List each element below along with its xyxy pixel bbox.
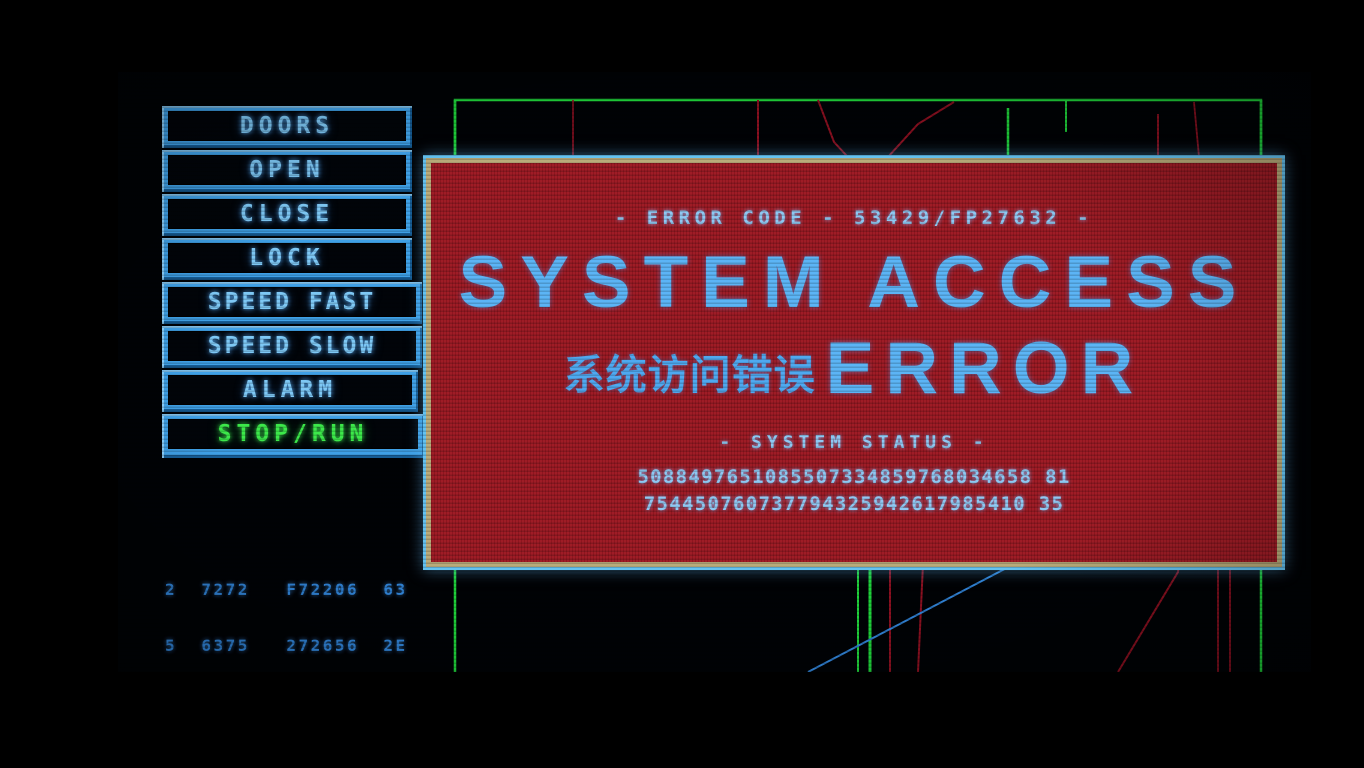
button-open-inset: OPEN <box>168 155 406 185</box>
button-stop-run-label: STOP/RUN <box>217 421 369 447</box>
button-stop-run-inset: STOP/RUN <box>168 419 418 449</box>
button-doors-label: DOORS <box>239 113 335 139</box>
button-lock-inset: LOCK <box>168 243 406 273</box>
error-headline-line2-row: 系统访问错误 ERROR <box>431 327 1277 410</box>
system-status-label: - SYSTEM STATUS - <box>719 432 989 453</box>
error-dialog-body: - ERROR CODE - 53429/FP27632 - SYSTEM AC… <box>431 163 1277 562</box>
hex-dump-readout: 2 7272 F72206 63 5 6375 272656 2E 0 2020… <box>165 544 408 672</box>
button-speed-fast-label: SPEED FAST <box>207 289 377 315</box>
error-headline-line1: SYSTEM ACCESS <box>458 242 1250 323</box>
button-speed-fast-inset: SPEED FAST <box>168 287 416 317</box>
button-stop-run[interactable]: STOP/RUN <box>162 414 424 458</box>
button-alarm-inset: ALARM <box>168 375 412 405</box>
button-close-inset: CLOSE <box>168 199 406 229</box>
system-status-digits-line2: 754450760737794325942617985410 35 <box>643 493 1065 515</box>
button-alarm[interactable]: ALARM <box>162 370 418 412</box>
button-close[interactable]: CLOSE <box>162 194 412 236</box>
button-speed-slow[interactable]: SPEED SLOW <box>162 326 422 368</box>
error-code-line: - ERROR CODE - 53429/FP27632 - <box>614 207 1094 229</box>
button-lock-label: LOCK <box>249 245 325 271</box>
button-doors[interactable]: DOORS <box>162 106 412 148</box>
button-doors-inset: DOORS <box>168 111 406 141</box>
system-access-error-dialog: - ERROR CODE - 53429/FP27632 - SYSTEM AC… <box>423 155 1285 570</box>
hex-dump-row: 5 6375 272656 2E <box>165 635 408 655</box>
error-headline-chinese: 系统访问错误 <box>563 351 816 399</box>
button-speed-slow-label: SPEED SLOW <box>207 333 377 359</box>
button-speed-fast[interactable]: SPEED FAST <box>162 282 422 324</box>
button-open-label: OPEN <box>249 157 325 183</box>
button-open[interactable]: OPEN <box>162 150 412 192</box>
button-alarm-label: ALARM <box>242 377 338 403</box>
crt-monitor-screen: DOORS OPEN CLOSE LOCK SPEED FAST SPEED S… <box>0 0 1364 768</box>
hex-dump-row: 2 7272 F72206 63 <box>165 580 408 600</box>
button-close-label: CLOSE <box>239 201 335 227</box>
system-status-digits-line1: 5088497651085507334859768034658 81 <box>637 466 1071 488</box>
crt-active-area: DOORS OPEN CLOSE LOCK SPEED FAST SPEED S… <box>118 72 1311 672</box>
control-panel: DOORS OPEN CLOSE LOCK SPEED FAST SPEED S… <box>162 106 424 460</box>
button-lock[interactable]: LOCK <box>162 238 412 280</box>
error-headline-line2: ERROR <box>825 328 1145 409</box>
button-speed-slow-inset: SPEED SLOW <box>168 331 416 361</box>
